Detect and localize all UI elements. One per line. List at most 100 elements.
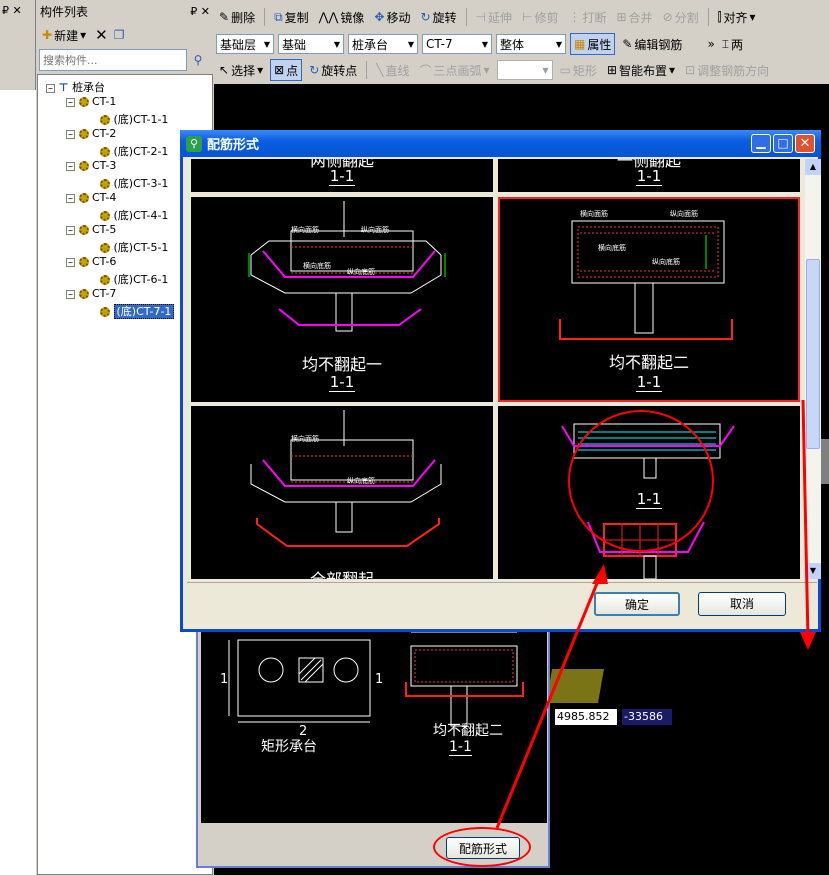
gear-icon bbox=[78, 257, 89, 267]
collapse-icon[interactable]: − bbox=[66, 289, 75, 299]
cancel-button[interactable]: 取消 bbox=[698, 592, 786, 616]
collapse-icon[interactable]: − bbox=[66, 97, 75, 107]
collapse-icon[interactable]: − bbox=[66, 161, 75, 171]
tree-item[interactable]: − CT-7 bbox=[66, 287, 116, 300]
new-button[interactable]: ✚ 新建 ▾ bbox=[39, 24, 89, 46]
dropdown-arrow-icon: ▼ bbox=[481, 39, 488, 49]
line-button[interactable]: ╲ 直线 bbox=[373, 59, 412, 81]
rect-button[interactable]: ▭ 矩形 bbox=[557, 59, 600, 81]
collapse-icon[interactable]: − bbox=[66, 129, 75, 139]
type-select[interactable]: 桩承台 ▼ bbox=[348, 34, 418, 54]
adjust-direction-button[interactable]: ⊡ 调整钢筋方向 bbox=[682, 59, 772, 81]
pin-label[interactable]: ₽ bbox=[2, 4, 9, 17]
rotate-point-icon: ↻ bbox=[309, 63, 320, 77]
align-button[interactable]: ⫿ 对齐 ▾ bbox=[715, 6, 759, 28]
arc-button[interactable]: ⌒ 三点画弧 ▾ bbox=[417, 59, 493, 81]
rotate-label: 旋转 bbox=[432, 10, 457, 25]
tree-subitem[interactable]: (底)CT-5-1 bbox=[100, 239, 168, 255]
break-label: 打断 bbox=[582, 10, 607, 25]
collapse-icon[interactable]: − bbox=[66, 225, 75, 235]
collapse-icon[interactable]: − bbox=[66, 257, 75, 267]
delete-icon[interactable]: ✕ bbox=[95, 26, 108, 44]
tree-subitem[interactable]: (底)CT-1-1 bbox=[100, 111, 168, 127]
form-cell-5[interactable]: 1-1 bbox=[498, 406, 800, 579]
form-cell-2[interactable]: 横向面筋 纵向面筋 横向底筋 纵向底筋 均不翻起一 1-1 bbox=[191, 197, 493, 402]
close-icon[interactable]: ✕ bbox=[13, 4, 22, 17]
collapse-icon[interactable]: − bbox=[66, 193, 75, 203]
search-icon[interactable]: ⚲ bbox=[187, 49, 209, 71]
scroll-thumb[interactable] bbox=[806, 259, 820, 449]
tree-item[interactable]: − CT-2 bbox=[66, 127, 116, 140]
arc-option-select[interactable]: ▼ bbox=[496, 60, 553, 80]
property-panel: 1 1 2 矩形承台 均不翻起二 1-1 配筋形式 bbox=[196, 620, 550, 868]
move-button[interactable]: ✥ 移动 bbox=[371, 6, 413, 28]
tree-subitem[interactable]: (底)CT-3-1 bbox=[100, 175, 168, 191]
gear-icon bbox=[100, 147, 110, 157]
overflow-icon[interactable]: » bbox=[707, 37, 714, 51]
whole-select[interactable]: 整体 ▼ bbox=[496, 34, 566, 54]
form-section-text: 1-1 bbox=[635, 167, 663, 186]
rotate-point-button[interactable]: ↻ 旋转点 bbox=[306, 59, 360, 81]
trim-button[interactable]: ⊢ 修剪 bbox=[519, 6, 561, 28]
tree-item-label: CT-5 bbox=[92, 223, 117, 236]
tree-item[interactable]: − CT-5 bbox=[66, 223, 116, 236]
tree-item[interactable]: − CT-4 bbox=[66, 191, 116, 204]
gear-icon bbox=[100, 211, 110, 221]
arc-icon: ⌒ bbox=[419, 63, 432, 78]
scroll-up-button[interactable]: ▲ bbox=[805, 159, 821, 175]
section-cap bbox=[410, 645, 518, 687]
form-cell-4[interactable]: 横向面筋 纵向底筋 全部翻起 bbox=[191, 406, 493, 579]
right-grip bbox=[820, 439, 829, 484]
trim-icon: ⊢ bbox=[522, 10, 533, 24]
collapse-icon[interactable]: − bbox=[46, 83, 55, 93]
rect-cap-outline bbox=[237, 639, 371, 717]
cursor-icon: ↖ bbox=[219, 63, 230, 77]
smart-layout-button[interactable]: ⊞ 智能布置 ▾ bbox=[604, 59, 678, 81]
coord-x-input[interactable]: 4985.852 bbox=[555, 709, 617, 725]
search-input[interactable] bbox=[39, 49, 187, 71]
pin-icon[interactable]: ₽ bbox=[190, 5, 197, 18]
merge-button[interactable]: ⊞ 合并 bbox=[613, 6, 655, 28]
rect-cap-caption: 矩形承台 bbox=[261, 739, 317, 755]
component-select[interactable]: CT-7 ▼ bbox=[422, 34, 492, 54]
tree-item[interactable]: − CT-1 bbox=[66, 95, 116, 108]
tree-item[interactable]: − CT-3 bbox=[66, 159, 116, 172]
split-button[interactable]: ⊘ 分割 bbox=[660, 6, 702, 28]
maximize-button[interactable]: □ bbox=[773, 134, 793, 153]
two-point-button[interactable]: ⌶ 两 bbox=[719, 33, 746, 55]
pile-circle bbox=[333, 657, 359, 683]
floor-select[interactable]: 基础层 ▼ bbox=[216, 34, 274, 54]
scroll-down-button[interactable]: ▼ bbox=[805, 563, 821, 579]
tree-item-label: CT-3 bbox=[92, 159, 117, 172]
point-button[interactable]: ⊠ 点 bbox=[270, 59, 303, 81]
properties-button[interactable]: ▦ 属性 bbox=[570, 33, 616, 55]
minimize-button[interactable]: ▁ bbox=[751, 134, 771, 153]
extend-button[interactable]: ⊣ 延伸 bbox=[473, 6, 515, 28]
copy-icon[interactable]: ❐ bbox=[114, 28, 125, 42]
close-button[interactable]: ✕ bbox=[795, 134, 815, 153]
label-long-top: 纵向面筋 bbox=[361, 226, 389, 234]
form-cell-1[interactable]: 一侧翻起 1-1 bbox=[498, 159, 800, 192]
confirm-button[interactable]: 确定 bbox=[594, 592, 680, 616]
coord-y-display: -33586 bbox=[622, 709, 672, 725]
select-button[interactable]: ↖ 选择 ▾ bbox=[216, 59, 266, 81]
gallery-scrollbar[interactable]: ▲ ▼ bbox=[805, 159, 821, 579]
tree-item-label: CT-1 bbox=[92, 95, 117, 108]
delete-button[interactable]: ✎ 删除 bbox=[216, 6, 258, 28]
copy-button[interactable]: ⧉ 复制 bbox=[271, 6, 312, 28]
tree-subitem[interactable]: (底)CT-7-1 bbox=[100, 303, 175, 319]
tree-item[interactable]: − CT-6 bbox=[66, 255, 116, 268]
edit-rebar-button[interactable]: ✎ 编辑钢筋 bbox=[619, 33, 685, 55]
break-button[interactable]: ⋮ 打断 bbox=[565, 6, 609, 28]
close-icon[interactable]: ✕ bbox=[201, 5, 210, 18]
form-cell-3[interactable]: 横向面筋 纵向面筋 横向底筋 纵向底筋 均不翻起二 1-1 bbox=[498, 197, 800, 402]
mirror-button[interactable]: ⋀⋀ 镜像 bbox=[316, 6, 368, 28]
tree-subitem[interactable]: (底)CT-6-1 bbox=[100, 271, 168, 287]
tree-root[interactable]: − ⊤ 桩承台 bbox=[46, 79, 105, 95]
red-circle-highlight bbox=[568, 410, 714, 552]
form-cell-0[interactable]: 两侧翻起 1-1 bbox=[191, 159, 493, 192]
tree-subitem[interactable]: (底)CT-2-1 bbox=[100, 143, 168, 159]
category-select[interactable]: 基础 ▼ bbox=[278, 34, 344, 54]
tree-subitem[interactable]: (底)CT-4-1 bbox=[100, 207, 168, 223]
rotate-button[interactable]: ↻ 旋转 bbox=[417, 6, 459, 28]
